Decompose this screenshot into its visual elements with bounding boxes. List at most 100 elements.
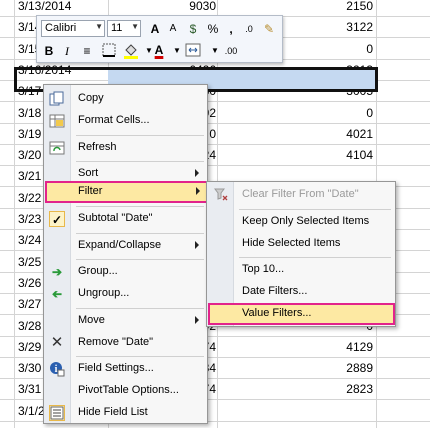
date-cell[interactable]: 3/27: [18, 297, 41, 311]
value-cell[interactable]: 2150: [346, 0, 373, 13]
menu-item-copy[interactable]: Copy: [45, 88, 207, 110]
menu-item-label: Date Filters...: [242, 285, 308, 297]
italic-button[interactable]: I: [59, 43, 75, 59]
date-cell[interactable]: 3/29: [18, 340, 41, 354]
chevron-down-icon[interactable]: ▼: [207, 43, 223, 59]
menu-separator: [239, 209, 391, 210]
date-cell[interactable]: 3/19: [18, 127, 41, 141]
chevron-down-icon[interactable]: ▼: [169, 43, 185, 59]
value-cell[interactable]: 2823: [346, 382, 373, 396]
menu-item-subtotal[interactable]: ✓ Subtotal "Date": [45, 208, 207, 230]
menu-item-label: Group...: [78, 265, 118, 277]
align-center-label: ≡: [83, 44, 91, 58]
value-cell[interactable]: 2889: [346, 361, 373, 375]
fill-color-button[interactable]: [123, 43, 139, 59]
currency-button[interactable]: $: [185, 21, 201, 37]
check-icon: ✓: [49, 211, 65, 227]
merge-cells-button[interactable]: [185, 43, 201, 59]
menu-item-label: Format Cells...: [78, 114, 150, 126]
date-cell[interactable]: 3/21: [18, 169, 41, 183]
date-cell[interactable]: 3/31: [18, 382, 41, 396]
menu-separator: [76, 206, 204, 207]
font-name-select[interactable]: Calibri ▼: [41, 20, 105, 37]
date-cell[interactable]: 3/24: [18, 233, 41, 247]
date-cell[interactable]: 3/26: [18, 276, 41, 290]
font-size-select[interactable]: 11 ▼: [107, 20, 141, 37]
fill-bucket-icon: [124, 44, 138, 59]
font-grow-button[interactable]: A: [147, 21, 163, 37]
menu-separator: [76, 233, 204, 234]
bold-button[interactable]: B: [41, 43, 57, 59]
submenu-item-value-filters[interactable]: Value Filters...: [208, 303, 395, 325]
date-cell[interactable]: 3/22: [18, 191, 41, 205]
align-center-button[interactable]: ≡: [79, 43, 95, 59]
submenu-item-date-filters[interactable]: Date Filters...: [208, 281, 394, 303]
italic-label: I: [65, 44, 69, 58]
menu-separator: [76, 308, 204, 309]
menu-item-refresh[interactable]: Refresh: [45, 137, 207, 159]
font-name-value: Calibri: [45, 22, 77, 34]
bold-label: B: [44, 44, 54, 58]
percent-label: %: [207, 22, 219, 36]
value-cell[interactable]: 0: [209, 127, 216, 141]
submenu-arrow-icon: [195, 169, 199, 177]
date-cell[interactable]: 3/20: [18, 148, 41, 162]
date-cell[interactable]: 3/23: [18, 212, 41, 226]
decrease-decimal-button[interactable]: .00: [223, 43, 239, 59]
date-cell[interactable]: 3/28: [18, 319, 41, 333]
submenu-arrow-icon: [195, 241, 199, 249]
date-cell[interactable]: 3/30: [18, 361, 41, 375]
menu-item-label: Filter: [78, 185, 103, 197]
menu-item-move[interactable]: Move: [45, 310, 207, 332]
menu-separator: [76, 135, 204, 136]
date-cell[interactable]: 3/25: [18, 255, 41, 269]
field-list-icon: [49, 405, 65, 421]
svg-text:i: i: [55, 364, 58, 375]
copy-icon: [49, 91, 65, 107]
menu-item-pivottable-options[interactable]: PivotTable Options...: [45, 380, 207, 402]
submenu-item-clear-filter[interactable]: Clear Filter From "Date": [208, 184, 394, 206]
font-color-button[interactable]: A: [151, 42, 167, 58]
date-cell[interactable]: 3/18: [18, 106, 41, 120]
remove-icon: ✕: [50, 334, 64, 351]
menu-item-remove-date[interactable]: ✕ Remove "Date": [45, 332, 207, 354]
ungroup-icon: ➔: [51, 287, 63, 301]
value-cell[interactable]: 0: [366, 42, 373, 56]
borders-icon: [102, 43, 116, 57]
menu-item-group[interactable]: ➔ Group...: [45, 261, 207, 283]
comma-style-button[interactable]: ,: [223, 21, 239, 37]
menu-item-hide-field-list[interactable]: Hide Field List: [45, 402, 207, 424]
value-cell[interactable]: 3122: [346, 20, 373, 34]
submenu-arrow-icon: [196, 187, 200, 195]
menu-item-label: Keep Only Selected Items: [242, 215, 370, 227]
menu-item-ungroup[interactable]: ➔ Ungroup...: [45, 283, 207, 305]
font-shrink-button[interactable]: A: [165, 21, 181, 37]
mini-toolbar: Calibri ▼ 11 ▼ A A $ % , .0 ✎ B I ≡ ▼ A …: [36, 15, 283, 63]
menu-item-label: Value Filters...: [242, 307, 312, 319]
value-cell[interactable]: 4021: [346, 127, 373, 141]
group-icon: ➔: [51, 265, 63, 279]
chevron-down-icon: ▼: [131, 22, 139, 31]
menu-item-filter[interactable]: Filter: [45, 181, 208, 203]
menu-item-field-settings[interactable]: i Field Settings...: [45, 358, 207, 380]
value-cell[interactable]: 9030: [189, 0, 216, 13]
increase-decimal-button[interactable]: .0: [241, 21, 257, 37]
borders-button[interactable]: [101, 43, 117, 59]
submenu-item-top-10[interactable]: Top 10...: [208, 259, 394, 281]
font-grow-label: A: [150, 22, 160, 36]
menu-separator: [239, 257, 391, 258]
date-cell[interactable]: 3/13/2014: [18, 0, 71, 13]
submenu-item-keep-only-selected[interactable]: Keep Only Selected Items: [208, 211, 394, 233]
value-cell[interactable]: 4104: [346, 148, 373, 162]
value-cell[interactable]: 0: [366, 106, 373, 120]
value-cell[interactable]: 4129: [346, 340, 373, 354]
menu-item-label: Refresh: [78, 141, 117, 153]
menu-item-label: Hide Field List: [78, 406, 148, 418]
percent-button[interactable]: %: [205, 21, 221, 37]
menu-item-expand-collapse[interactable]: Expand/Collapse: [45, 235, 207, 257]
submenu-item-hide-selected[interactable]: Hide Selected Items: [208, 233, 394, 255]
clear-filter-icon: [213, 187, 229, 203]
format-painter-icon[interactable]: ✎: [261, 21, 277, 37]
menu-item-format-cells[interactable]: Format Cells...: [45, 110, 207, 132]
menu-item-label: Top 10...: [242, 263, 285, 275]
